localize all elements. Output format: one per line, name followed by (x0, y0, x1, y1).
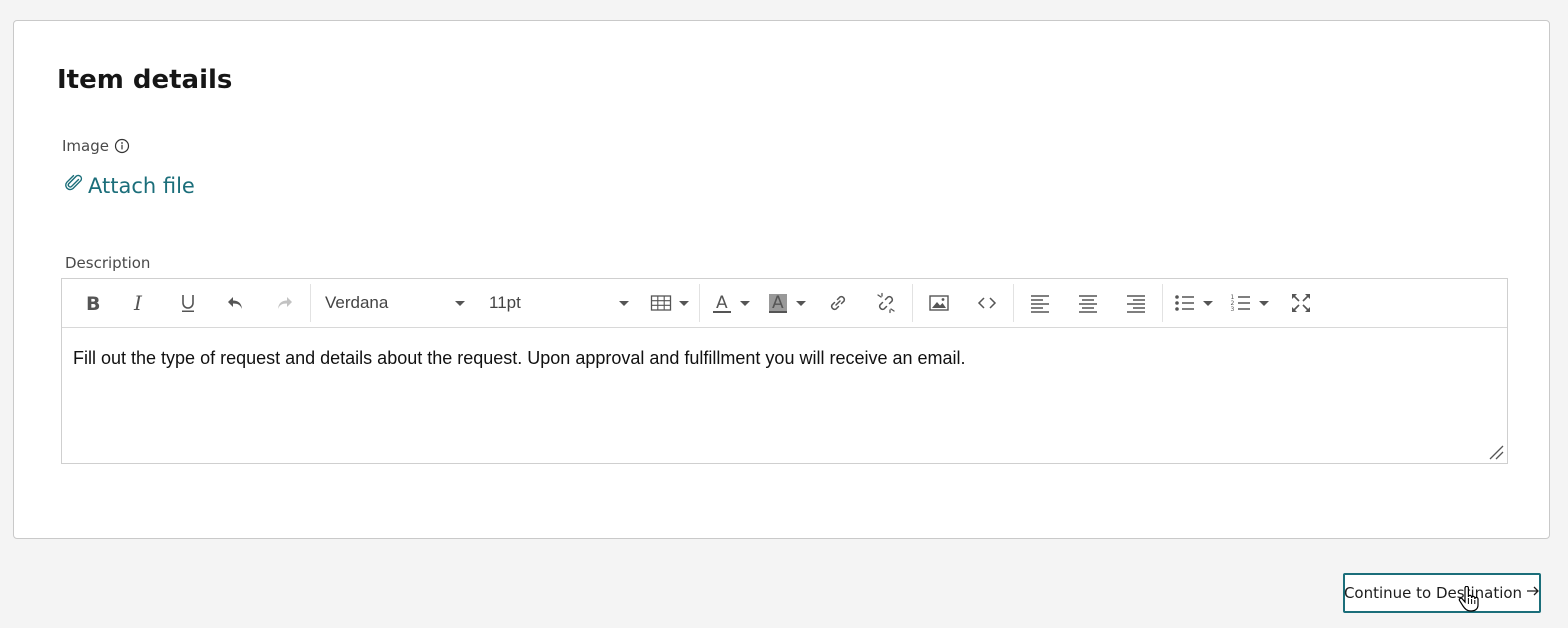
image-field-label: Image (62, 137, 130, 155)
numbered-list-button[interactable]: 123 (1221, 285, 1277, 321)
toolbar-divider (1013, 284, 1014, 322)
numbered-list-icon: 123 (1231, 294, 1250, 313)
underline-button[interactable] (164, 285, 212, 321)
align-center-button[interactable] (1064, 285, 1112, 321)
font-family-select[interactable]: Verdana (313, 285, 477, 321)
font-family-value: Verdana (325, 293, 389, 312)
bold-icon: B (86, 293, 100, 315)
unlink-icon (877, 292, 895, 314)
align-center-icon (1079, 295, 1097, 313)
insert-image-button[interactable] (915, 285, 963, 321)
continue-label: Continue to Destination (1343, 584, 1523, 602)
chevron-down-icon (740, 300, 750, 306)
code-icon (977, 297, 997, 309)
resize-handle-icon[interactable] (1487, 443, 1505, 461)
bullet-list-icon (1175, 295, 1194, 311)
chevron-down-icon (1203, 300, 1213, 306)
fullscreen-button[interactable] (1277, 285, 1325, 321)
description-label: Description (65, 254, 151, 272)
undo-button[interactable] (212, 285, 260, 321)
redo-icon (278, 297, 292, 309)
bullet-list-button[interactable] (1165, 285, 1221, 321)
insert-link-button[interactable] (814, 285, 862, 321)
chevron-down-icon (1259, 300, 1269, 306)
svg-text:3: 3 (1231, 306, 1235, 313)
italic-icon: I (133, 291, 143, 315)
chevron-down-icon (679, 300, 689, 306)
bold-button[interactable]: B (68, 285, 116, 321)
align-left-icon (1031, 295, 1049, 313)
editor-toolbar: B I Verdana 11pt A A 1 2 3 (62, 279, 1507, 328)
align-left-button[interactable] (1016, 285, 1064, 321)
align-right-button[interactable] (1112, 285, 1160, 321)
page-title: Item details (57, 65, 233, 95)
italic-button[interactable]: I (116, 285, 164, 321)
toolbar-divider (1162, 284, 1163, 322)
fullscreen-icon (1292, 294, 1310, 312)
toolbar-divider (699, 284, 700, 322)
table-icon (650, 295, 672, 311)
paperclip-icon (64, 173, 84, 198)
chevron-down-icon (455, 300, 465, 306)
attach-file-label: Attach file (88, 173, 195, 198)
svg-text:B: B (86, 293, 100, 315)
chevron-down-icon (796, 300, 806, 306)
continue-button[interactable]: Continue to Destination (1343, 573, 1541, 613)
unlink-button[interactable] (862, 285, 910, 321)
attach-file-link[interactable]: Attach file (64, 173, 195, 198)
svg-text:I: I (133, 291, 143, 315)
table-button[interactable] (641, 285, 697, 321)
link-icon (830, 295, 846, 311)
text-color-icon: A (713, 293, 731, 313)
align-right-icon (1127, 295, 1145, 313)
font-size-select[interactable]: 11pt (477, 285, 641, 321)
svg-text:A: A (716, 293, 728, 313)
rich-text-editor: B I Verdana 11pt A A 1 2 3 Fill out the … (61, 278, 1508, 464)
background-color-button[interactable]: A (758, 285, 814, 321)
image-icon (929, 295, 949, 311)
redo-button[interactable] (260, 285, 308, 321)
font-size-value: 11pt (489, 293, 521, 312)
toolbar-divider (310, 284, 311, 322)
source-code-button[interactable] (963, 285, 1011, 321)
info-circle-icon[interactable] (114, 138, 130, 154)
hand-pointer-icon (1458, 586, 1479, 612)
item-details-card: Item details Image Attach file Descripti… (13, 20, 1550, 539)
underline-icon (182, 295, 194, 312)
arrow-right-icon (1526, 584, 1540, 602)
editor-content[interactable]: Fill out the type of request and details… (62, 328, 1507, 389)
undo-icon (228, 297, 242, 309)
background-color-icon: A (769, 293, 787, 313)
toolbar-divider (912, 284, 913, 322)
svg-text:A: A (772, 293, 784, 313)
image-label-text: Image (62, 137, 109, 155)
text-color-button[interactable]: A (702, 285, 758, 321)
chevron-down-icon (619, 300, 629, 306)
